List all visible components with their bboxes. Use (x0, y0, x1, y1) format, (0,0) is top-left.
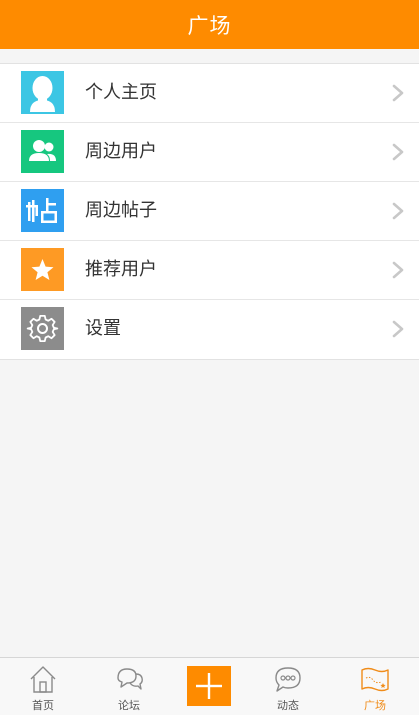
menu-item-personal-home[interactable]: 个人主页 (0, 64, 419, 123)
gear-icon (21, 307, 64, 350)
tab-label: 广场 (364, 699, 386, 712)
chevron-right-icon (392, 84, 404, 102)
menu-item-nearby-users[interactable]: 周边用户 (0, 123, 419, 182)
speech-bubble-icon (275, 667, 301, 692)
menu-item-recommended-users[interactable]: 推荐用户 (0, 241, 419, 300)
chevron-right-icon (392, 202, 404, 220)
menu-item-label: 设置 (85, 318, 121, 339)
menu-item-nearby-posts[interactable]: 周边帖子 (0, 182, 419, 241)
tab-square[interactable]: 广场 (333, 658, 417, 715)
post-icon (21, 189, 64, 232)
tab-label: 首页 (32, 699, 54, 712)
bottom-tab-bar: 首页 论坛 动态 广场 (0, 657, 419, 715)
chevron-right-icon (392, 143, 404, 161)
users-icon (21, 130, 64, 173)
plus-icon (196, 673, 222, 699)
tab-label: 论坛 (118, 699, 140, 712)
tab-label: 动态 (277, 699, 299, 712)
menu-item-settings[interactable]: 设置 (0, 300, 419, 359)
menu-item-label: 个人主页 (85, 82, 157, 103)
chevron-right-icon (392, 261, 404, 279)
chat-bubbles-icon (117, 668, 143, 690)
home-icon (30, 666, 56, 693)
chevron-right-icon (392, 320, 404, 338)
menu-item-label: 推荐用户 (85, 259, 157, 280)
add-button[interactable] (187, 666, 231, 706)
menu-item-label: 周边帖子 (85, 200, 157, 221)
tab-forum[interactable]: 论坛 (87, 658, 171, 715)
tab-home[interactable]: 首页 (1, 658, 85, 715)
map-icon (361, 667, 389, 692)
menu-list: 个人主页 周边用户 周边帖子 推荐用户 设置 (0, 63, 419, 360)
tab-activity[interactable]: 动态 (246, 658, 330, 715)
menu-item-label: 周边用户 (85, 141, 157, 162)
star-icon (21, 248, 64, 291)
header-bar: 广场 (0, 0, 419, 49)
page-title: 广场 (187, 13, 232, 38)
person-icon (21, 71, 64, 114)
app-screen: 广场 个人主页 周边用户 周边帖子 推荐用户 设置 首页 论坛 动态 广场 (0, 0, 419, 715)
